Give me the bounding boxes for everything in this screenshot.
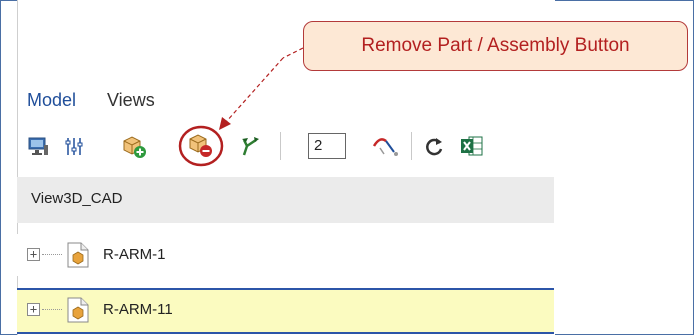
callout-text: Remove Part / Assembly Button (361, 35, 630, 56)
callout-annotation: Remove Part / Assembly Button (303, 21, 688, 71)
